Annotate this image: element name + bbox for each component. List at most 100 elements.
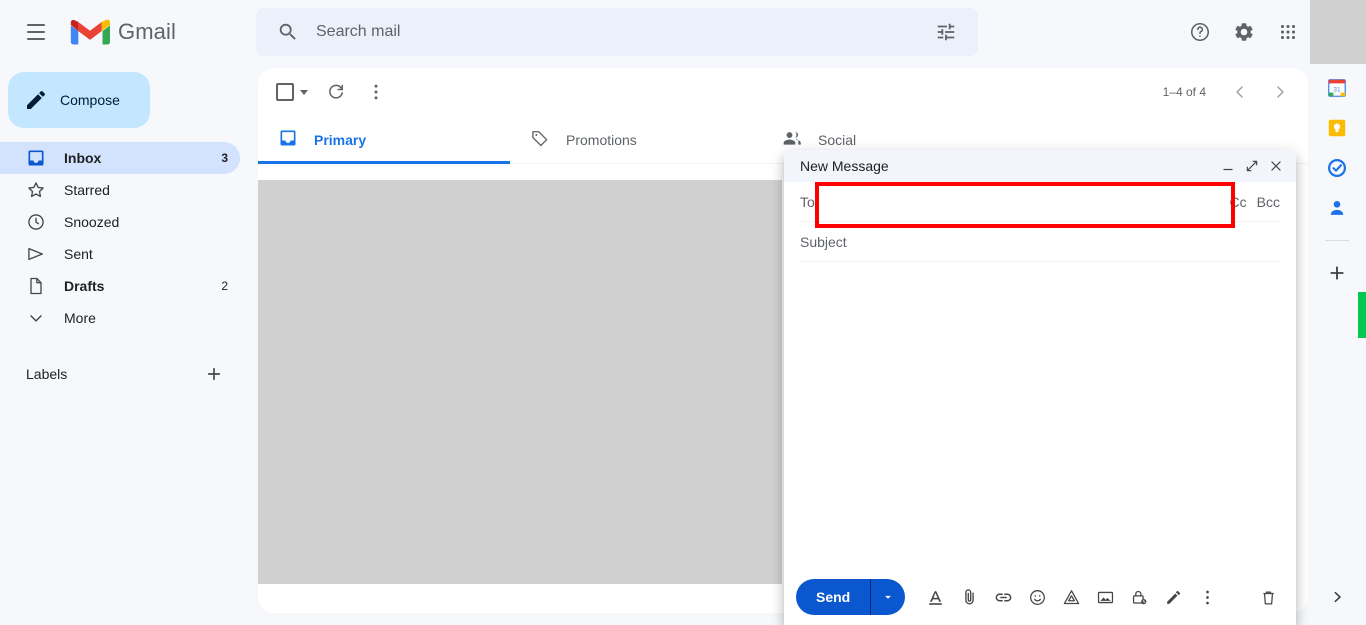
contacts-icon[interactable] <box>1325 196 1349 220</box>
pagination-label: 1–4 of 4 <box>1162 85 1206 99</box>
content-placeholder-block <box>258 180 782 584</box>
refresh-icon[interactable] <box>316 72 356 112</box>
pencil-icon <box>27 90 46 109</box>
tasks-icon[interactable] <box>1325 156 1349 180</box>
side-panel-rail: 31 <box>1308 64 1366 625</box>
chevron-right-icon[interactable] <box>1325 585 1349 609</box>
brand-name: Gmail <box>118 19 176 44</box>
hamburger-icon[interactable] <box>12 8 60 56</box>
subject-input[interactable] <box>800 222 1280 261</box>
list-toolbar: 1–4 of 4 <box>258 68 1308 116</box>
compose-header[interactable]: New Message <box>784 150 1296 182</box>
checkbox-icon <box>276 83 294 101</box>
insert-link-icon[interactable] <box>987 581 1019 613</box>
close-icon[interactable] <box>1264 154 1288 178</box>
sidebar-item-sent[interactable]: Sent <box>0 238 240 270</box>
trash-icon[interactable] <box>1252 581 1284 613</box>
compose-label: Compose <box>60 92 120 108</box>
sidebar-item-label: Drafts <box>64 278 105 294</box>
sidebar-item-count: 3 <box>221 151 228 165</box>
insert-emoji-icon[interactable] <box>1021 581 1053 613</box>
clock-icon <box>26 212 46 232</box>
send-button-group[interactable]: Send <box>796 579 906 615</box>
sidebar-item-label: Inbox <box>64 150 102 166</box>
compose-window: New Message To Cc Bcc Subject Send <box>784 150 1296 625</box>
insert-drive-icon[interactable] <box>1055 581 1087 613</box>
sidebar-item-label: Snoozed <box>64 214 120 230</box>
sidebar-item-snoozed[interactable]: Snoozed <box>0 206 240 238</box>
search-input[interactable] <box>308 23 926 41</box>
attach-file-icon[interactable] <box>953 581 985 613</box>
sidebar: Compose Inbox 3 Starred Snoozed Sent Dra… <box>0 64 256 625</box>
select-all-checkbox[interactable] <box>268 72 316 112</box>
rail-divider <box>1325 240 1349 241</box>
tag-icon <box>530 128 550 151</box>
top-right-actions <box>1180 12 1308 52</box>
tab-primary[interactable]: Primary <box>258 116 510 164</box>
cc-button[interactable]: Cc <box>1230 194 1247 210</box>
plus-icon[interactable] <box>200 360 228 388</box>
send-options-caret-down-icon[interactable] <box>871 590 905 604</box>
account-avatar-area[interactable] <box>1310 0 1366 64</box>
sidebar-item-label: Sent <box>64 246 93 262</box>
compose-toolbar: Send <box>784 569 1296 625</box>
plus-icon[interactable] <box>1325 261 1349 285</box>
help-question-icon[interactable] <box>1180 12 1220 52</box>
sidebar-item-drafts[interactable]: Drafts 2 <box>0 270 240 302</box>
compose-button[interactable]: Compose <box>8 72 150 128</box>
calendar-icon[interactable]: 31 <box>1325 76 1349 100</box>
tab-label: Primary <box>314 131 367 148</box>
inbox-icon <box>26 148 46 168</box>
star-icon <box>26 180 46 200</box>
labels-title: Labels <box>26 366 68 382</box>
to-field-row[interactable]: To Cc Bcc <box>800 182 1280 222</box>
cc-bcc-toggles: Cc Bcc <box>1230 194 1280 210</box>
svg-text:31: 31 <box>1333 87 1341 94</box>
search-bar[interactable] <box>256 8 978 56</box>
keep-icon[interactable] <box>1325 116 1349 140</box>
more-vertical-icon[interactable] <box>356 72 396 112</box>
sidebar-item-more[interactable]: More <box>0 302 240 334</box>
caret-down-icon <box>300 89 308 95</box>
message-body-input[interactable] <box>800 270 1280 561</box>
tab-promotions[interactable]: Promotions <box>510 116 762 163</box>
labels-section-header: Labels <box>0 354 240 394</box>
minimize-icon[interactable] <box>1216 154 1240 178</box>
confidential-mode-icon[interactable] <box>1123 581 1155 613</box>
chevron-right-icon[interactable] <box>1260 72 1300 112</box>
chevron-down-icon <box>26 308 46 328</box>
tab-label: Social <box>818 131 857 148</box>
expand-icon[interactable] <box>1240 154 1264 178</box>
chevron-left-icon[interactable] <box>1220 72 1260 112</box>
more-options-icon[interactable] <box>1191 581 1223 613</box>
send-button[interactable]: Send <box>796 579 872 615</box>
people-icon <box>782 128 802 151</box>
gmail-logo-icon <box>70 19 110 45</box>
top-bar: Gmail <box>0 0 1366 64</box>
sidebar-item-count: 2 <box>221 279 228 293</box>
insert-signature-icon[interactable] <box>1157 581 1189 613</box>
tune-options-icon[interactable] <box>926 12 966 52</box>
scrollbar-thumb[interactable] <box>1358 292 1366 338</box>
compose-title: New Message <box>800 158 889 174</box>
search-icon[interactable] <box>268 12 308 52</box>
gmail-brand[interactable]: Gmail <box>70 17 176 47</box>
subject-field-row[interactable] <box>800 222 1280 262</box>
to-label: To <box>800 193 815 210</box>
tab-label: Promotions <box>566 131 637 148</box>
sidebar-item-label: Starred <box>64 182 110 198</box>
to-input[interactable] <box>822 182 1230 221</box>
apps-grid-icon[interactable] <box>1268 12 1308 52</box>
gear-icon[interactable] <box>1224 12 1264 52</box>
bcc-button[interactable]: Bcc <box>1257 194 1280 210</box>
sidebar-item-label: More <box>64 310 96 326</box>
draft-icon <box>26 276 46 296</box>
gmail-app: Gmail Search mail Compose Inbox 3 Starre… <box>0 0 1366 625</box>
insert-photo-icon[interactable] <box>1089 581 1121 613</box>
sidebar-nav: Inbox 3 Starred Snoozed Sent Drafts 2 Mo… <box>0 142 256 334</box>
inbox-tab-icon <box>278 128 298 151</box>
sidebar-item-starred[interactable]: Starred <box>0 174 240 206</box>
send-icon <box>26 244 46 264</box>
sidebar-item-inbox[interactable]: Inbox 3 <box>0 142 240 174</box>
format-text-icon[interactable] <box>919 581 951 613</box>
